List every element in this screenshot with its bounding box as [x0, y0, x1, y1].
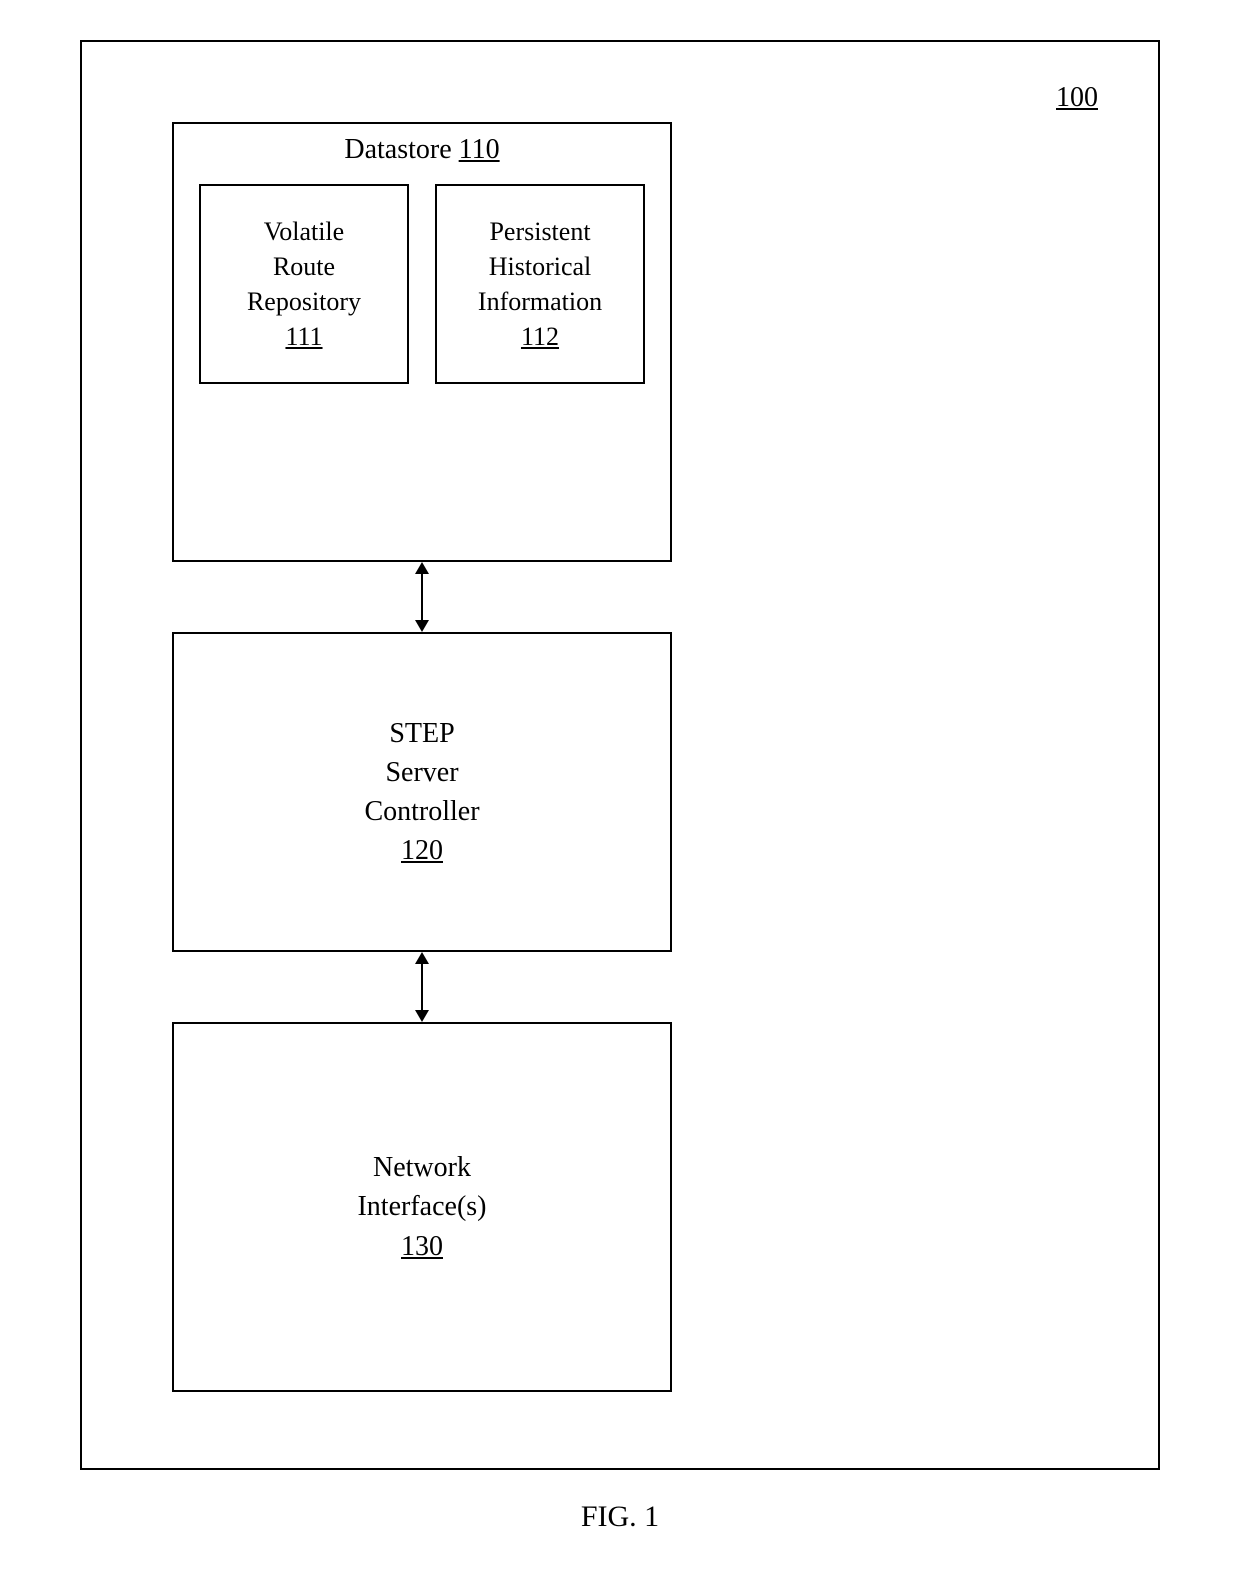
- datastore-title-text: Datastore: [344, 134, 451, 165]
- persistent-historical-information-box: Persistent Historical Information 112: [435, 184, 645, 384]
- persistent-line2: Historical: [489, 249, 592, 284]
- step-line2: Server: [385, 753, 458, 792]
- step-line1: STEP: [389, 714, 454, 753]
- volatile-ref: 111: [285, 319, 322, 354]
- persistent-line3: Information: [478, 284, 602, 319]
- system-frame: 100 Datastore 110 Volatile Route Reposit…: [80, 40, 1160, 1470]
- volatile-line1: Volatile: [264, 214, 344, 249]
- step-ref: 120: [401, 831, 443, 870]
- step-server-controller-box: STEP Server Controller 120: [172, 632, 672, 952]
- network-interfaces-box: Network Interface(s) 130: [172, 1022, 672, 1392]
- step-line3: Controller: [364, 792, 479, 831]
- persistent-ref: 112: [521, 319, 559, 354]
- volatile-line3: Repository: [247, 284, 361, 319]
- persistent-line1: Persistent: [489, 214, 590, 249]
- network-ref: 130: [401, 1227, 443, 1266]
- datastore-ref: 110: [459, 134, 500, 165]
- figure-caption: FIG. 1: [0, 1500, 1240, 1534]
- datastore-title: Datastore 110: [174, 134, 670, 166]
- arrow-datastore-step-icon: [412, 562, 432, 632]
- arrow-step-network-icon: [412, 952, 432, 1022]
- network-line1: Network: [373, 1148, 471, 1187]
- network-line2: Interface(s): [357, 1187, 486, 1226]
- datastore-inner-row: Volatile Route Repository 111 Persistent…: [174, 166, 670, 384]
- volatile-line2: Route: [273, 249, 335, 284]
- figure-reference-100: 100: [1056, 82, 1098, 114]
- datastore-box: Datastore 110 Volatile Route Repository …: [172, 122, 672, 562]
- volatile-route-repository-box: Volatile Route Repository 111: [199, 184, 409, 384]
